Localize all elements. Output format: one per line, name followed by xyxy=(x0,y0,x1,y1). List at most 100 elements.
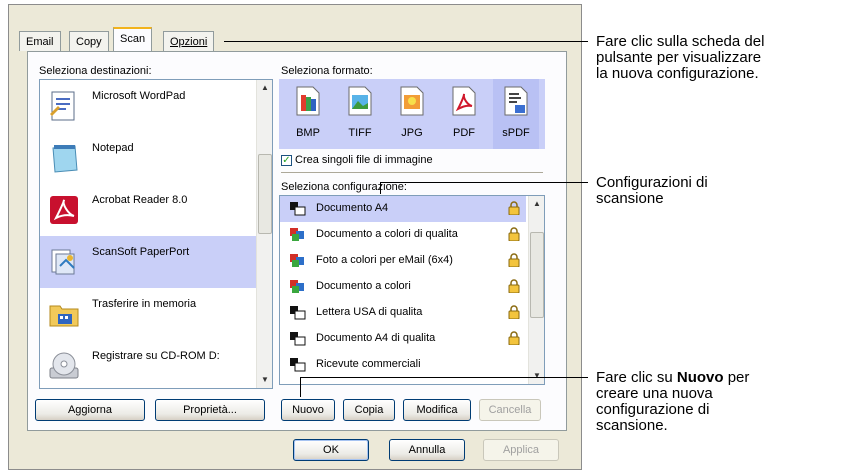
callout-text: configurazione di xyxy=(596,401,710,418)
scroll-down-icon[interactable]: ▼ xyxy=(529,368,544,384)
callout-text: scansione. xyxy=(596,417,668,434)
callout-text: Configurazioni di xyxy=(596,174,708,191)
tab-options[interactable]: Opzioni xyxy=(163,31,215,51)
config-label: Documento A4 di qualita xyxy=(316,332,436,344)
callout-first-line: Fare clic su Nuovo per xyxy=(596,370,749,386)
delete-button[interactable]: Cancella xyxy=(479,399,541,421)
bw-document-icon xyxy=(290,358,306,372)
color-document-icon xyxy=(290,280,304,293)
config-callout: Configurazioni di scansione xyxy=(596,175,708,207)
callout-line-config-vertical xyxy=(380,182,381,194)
bw-document-icon xyxy=(290,202,306,216)
scroll-up-icon[interactable]: ▲ xyxy=(257,80,272,96)
format-label: PDF xyxy=(453,127,475,139)
tab-copy[interactable]: Copy xyxy=(69,31,109,51)
config-item[interactable]: Documento A4 xyxy=(280,196,526,222)
config-item[interactable]: Documento a colori xyxy=(280,274,526,300)
cancel-button[interactable]: Annulla xyxy=(389,439,465,461)
destination-item-wordpad[interactable]: Microsoft WordPad xyxy=(40,80,256,132)
tab-callout: Fare clic sulla scheda del pulsante per … xyxy=(596,34,764,82)
scan-dialog: Email Copy Scan Opzioni Seleziona destin… xyxy=(8,4,582,470)
configs-scrollbar[interactable]: ▲ ▼ xyxy=(528,196,544,384)
destination-label: Trasferire in memoria xyxy=(92,298,197,310)
bw-document-icon xyxy=(290,306,306,320)
callout-text: pulsante per visualizzare xyxy=(596,49,762,66)
lock-icon xyxy=(508,305,520,319)
config-label: Ricevute commerciali xyxy=(316,358,421,370)
format-bmp[interactable]: BMP xyxy=(285,79,331,149)
refresh-button[interactable]: Aggiorna xyxy=(35,399,145,421)
formats-heading: Seleziona formato: xyxy=(281,65,373,77)
destination-label: Microsoft WordPad xyxy=(92,90,186,102)
destination-item-notepad[interactable]: Notepad xyxy=(40,132,256,184)
lock-icon xyxy=(508,201,520,215)
callout-text: creare una nuova xyxy=(596,385,713,402)
format-tiff[interactable]: TIFF xyxy=(337,79,383,149)
apply-button[interactable]: Applica xyxy=(483,439,559,461)
acrobat-icon xyxy=(50,196,78,224)
callout-text: scansione xyxy=(596,190,664,207)
bmp-icon xyxy=(296,86,320,116)
pdf-icon xyxy=(452,86,476,116)
callout-text: Fare clic su xyxy=(596,369,677,386)
scroll-up-icon[interactable]: ▲ xyxy=(529,196,544,212)
callout-bold-text: Nuovo xyxy=(676,369,724,386)
format-label: TIFF xyxy=(348,127,372,139)
formats-bar: BMP TIFF JPG PDF sPDF xyxy=(279,79,545,149)
config-item[interactable]: Documento a colori di qualita xyxy=(280,222,526,248)
wordpad-icon xyxy=(50,91,75,121)
destination-label: Notepad xyxy=(92,142,134,154)
notepad-icon xyxy=(52,145,78,173)
destinations-list[interactable]: Microsoft WordPad Notepad Acrobat Reader… xyxy=(39,79,273,389)
callout-text: Fare clic sulla scheda del xyxy=(596,33,765,50)
single-files-checkbox[interactable]: ✓ xyxy=(281,155,292,166)
config-item[interactable]: Ricevute commerciali xyxy=(280,352,526,378)
config-item[interactable]: Lettera USA di qualita xyxy=(280,300,526,326)
edit-button[interactable]: Modifica xyxy=(403,399,471,421)
lock-icon xyxy=(508,331,520,345)
new-button[interactable]: Nuovo xyxy=(281,399,335,421)
format-pdf[interactable]: PDF xyxy=(441,79,487,149)
format-jpg[interactable]: JPG xyxy=(389,79,435,149)
callout-line-new-vertical xyxy=(300,377,301,397)
destinations-scrollbar[interactable]: ▲ ▼ xyxy=(256,80,272,388)
destination-item-acrobat[interactable]: Acrobat Reader 8.0 xyxy=(40,184,256,236)
tab-email[interactable]: Email xyxy=(19,31,61,51)
destination-item-paperport[interactable]: ScanSoft PaperPort xyxy=(40,236,256,288)
callout-line-tab xyxy=(224,41,588,42)
configs-list[interactable]: Documento A4 Documento a colori di quali… xyxy=(279,195,545,385)
config-label: Documento A4 xyxy=(316,202,389,214)
copy-button[interactable]: Copia xyxy=(343,399,395,421)
destination-item-cdrom[interactable]: Registrare su CD-ROM D: xyxy=(40,340,256,388)
config-label: Foto a colori per eMail (6x4) xyxy=(316,254,453,266)
separator xyxy=(281,172,543,173)
tiff-icon xyxy=(348,86,372,116)
callout-text: la nuova configurazione. xyxy=(596,65,759,82)
destination-item-memory[interactable]: Trasferire in memoria xyxy=(40,288,256,340)
format-label: BMP xyxy=(296,127,320,139)
single-files-label: Crea singoli file di immagine xyxy=(295,154,433,166)
config-item[interactable]: Foto a colori per eMail (6x4) xyxy=(280,248,526,274)
scroll-thumb[interactable] xyxy=(530,232,544,318)
config-item[interactable]: Documento A4 di qualita xyxy=(280,326,526,352)
color-document-icon xyxy=(290,228,304,241)
destination-label: Registrare su CD-ROM D: xyxy=(92,350,220,362)
properties-button[interactable]: Proprietà... xyxy=(155,399,265,421)
format-spdf[interactable]: sPDF xyxy=(493,79,539,149)
spdf-icon xyxy=(504,86,528,116)
paperport-icon xyxy=(51,249,75,275)
scroll-thumb[interactable] xyxy=(258,154,272,234)
ok-button[interactable]: OK xyxy=(293,439,369,461)
config-label: Documento a colori xyxy=(316,280,411,292)
lock-icon xyxy=(508,227,520,241)
cdrom-icon xyxy=(49,352,79,379)
callout-line-new xyxy=(300,377,588,378)
lock-icon xyxy=(508,253,520,267)
scroll-down-icon[interactable]: ▼ xyxy=(257,372,272,388)
callout-line-config xyxy=(380,182,588,183)
format-label: sPDF xyxy=(502,127,530,139)
destination-label: ScanSoft PaperPort xyxy=(92,246,190,258)
config-label: Lettera USA di qualita xyxy=(316,306,423,318)
lock-icon xyxy=(508,279,520,293)
tab-scan[interactable]: Scan xyxy=(113,27,153,51)
